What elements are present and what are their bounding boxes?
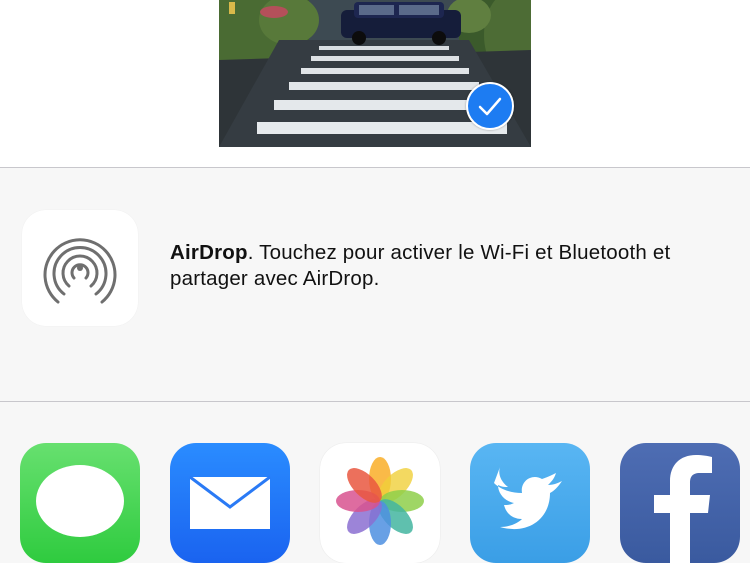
airdrop-section[interactable]: AirDrop. Touchez pour activer le Wi-Fi e… [0,168,750,401]
facebook-app-icon [654,455,712,563]
share-twitter-button[interactable] [470,443,590,563]
photos-app-icon [336,457,424,545]
photo-preview-area [0,0,750,167]
messages-app-icon [36,465,124,537]
share-facebook-button[interactable] [620,443,740,563]
airdrop-message: AirDrop. Touchez pour activer le Wi-Fi e… [170,240,730,292]
selected-checkmark[interactable] [466,82,514,130]
share-messages-button[interactable] [20,443,140,563]
airdrop-tile[interactable] [22,210,138,326]
share-apps-row [0,402,750,563]
airdrop-title: AirDrop [170,241,248,264]
twitter-app-icon [494,467,562,530]
mail-app-icon [189,475,271,529]
checkmark-icon [478,97,502,116]
share-mail-button[interactable] [170,443,290,563]
airdrop-icon [43,238,117,304]
share-photos-button[interactable] [320,443,440,563]
